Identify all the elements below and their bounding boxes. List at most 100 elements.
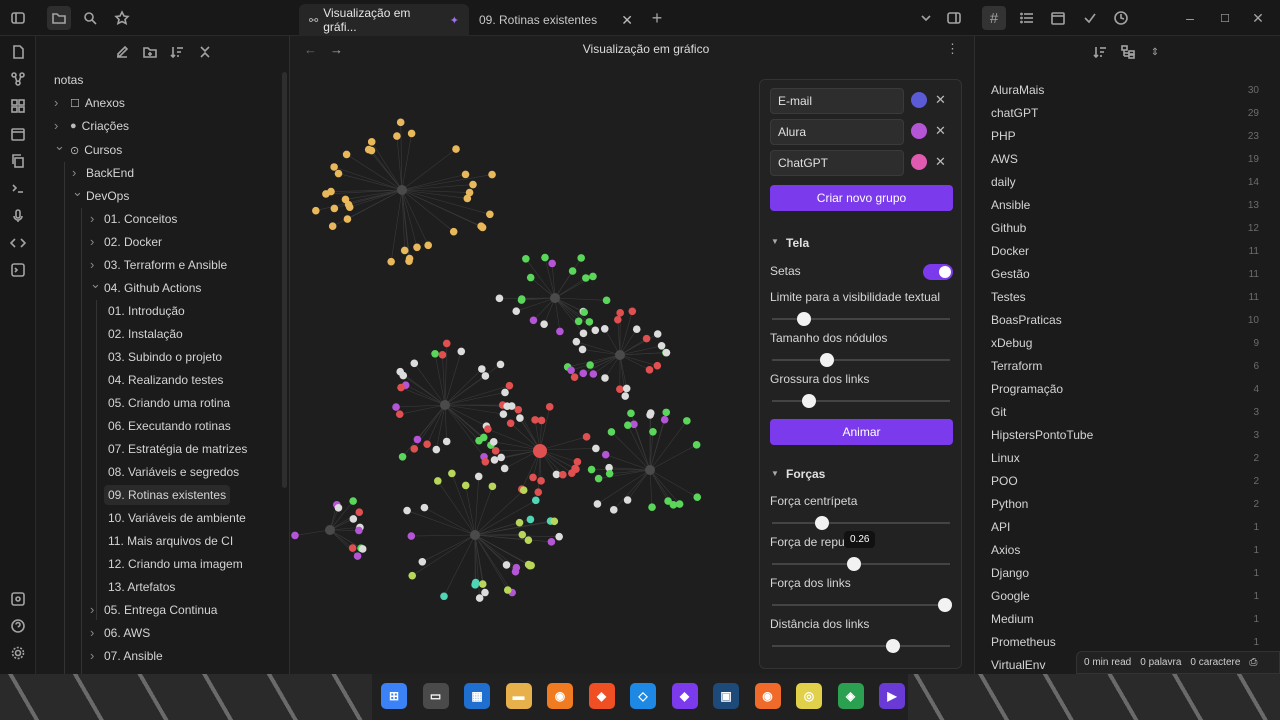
tag-row[interactable]: BoasPraticas 10 — [991, 310, 1259, 330]
tag-row[interactable]: chatGPT 29 — [991, 103, 1259, 123]
graph-node[interactable] — [664, 497, 672, 505]
graph-node[interactable] — [410, 445, 419, 453]
file-item[interactable]: 12. Criando uma imagem — [108, 554, 243, 574]
tag-row[interactable]: xDebug 9 — [991, 333, 1259, 353]
link-thickness-slider[interactable] — [772, 394, 950, 408]
help-icon[interactable] — [6, 614, 30, 638]
graph-node[interactable] — [592, 444, 600, 453]
graph-node[interactable] — [328, 222, 337, 231]
graph-node[interactable] — [529, 473, 537, 482]
graph-node[interactable] — [653, 330, 662, 338]
graph-node[interactable] — [486, 210, 494, 219]
graph-node[interactable] — [570, 373, 579, 381]
graph-node[interactable] — [367, 138, 376, 146]
tag-row[interactable]: PHP 23 — [991, 126, 1259, 146]
chevron-down-icon[interactable]: ⌄ — [54, 138, 65, 154]
graph-node[interactable] — [397, 383, 405, 392]
tag-row[interactable]: Medium 1 — [991, 609, 1259, 629]
graph-node[interactable] — [392, 403, 400, 411]
graph-node[interactable] — [440, 592, 448, 601]
graph-node[interactable] — [400, 246, 409, 255]
graph-node[interactable] — [478, 365, 486, 373]
graph-node[interactable] — [683, 417, 691, 425]
graph-node[interactable] — [418, 558, 427, 566]
graph-node[interactable] — [481, 372, 490, 380]
graph-node[interactable] — [616, 385, 624, 393]
graph-node[interactable] — [461, 481, 470, 490]
graph-node[interactable] — [478, 580, 487, 588]
graph-node[interactable] — [526, 515, 535, 524]
graph-node[interactable] — [555, 532, 563, 541]
display-section-title[interactable]: Tela — [786, 236, 809, 250]
expand-collapse-icon[interactable]: ⇕ — [1143, 40, 1167, 64]
graph-node[interactable] — [624, 421, 632, 429]
tag-row[interactable]: Python 2 — [991, 494, 1259, 514]
graph-node[interactable] — [545, 403, 554, 411]
search-icon[interactable] — [78, 6, 102, 30]
open-file-icon[interactable] — [6, 40, 30, 64]
sync-icon[interactable]: ⎙ — [1249, 657, 1257, 668]
graph-node[interactable] — [585, 318, 594, 326]
obsidian-icon[interactable]: ◆ — [671, 683, 698, 709]
graph-node[interactable] — [587, 465, 596, 474]
tag-row[interactable]: HipstersPontoTube 3 — [991, 425, 1259, 445]
graph-node[interactable] — [613, 315, 622, 324]
chevron-down-icon[interactable] — [914, 6, 938, 30]
right-sidebar-toggle-icon[interactable] — [942, 6, 966, 30]
graph-node[interactable] — [334, 169, 343, 178]
graph-node[interactable] — [534, 488, 543, 496]
graph-node[interactable] — [355, 508, 364, 517]
chevron-down-icon[interactable]: ⌄ — [90, 276, 101, 292]
graph-node[interactable] — [627, 409, 635, 418]
graph-node[interactable] — [502, 561, 511, 569]
graph-node[interactable] — [433, 477, 442, 485]
graph-node[interactable] — [334, 503, 343, 512]
graph-node[interactable] — [517, 296, 526, 304]
graph-node[interactable] — [343, 215, 352, 223]
graph-node[interactable] — [645, 366, 654, 374]
graph-node[interactable] — [531, 496, 540, 505]
graph-node[interactable] — [342, 150, 351, 159]
chevron-down-icon[interactable]: ▼ — [771, 469, 779, 478]
folder-item[interactable]: 05. Entrega Continua — [104, 600, 217, 620]
graph-node[interactable] — [632, 325, 641, 333]
folder-item[interactable]: 06. AWS — [104, 623, 150, 643]
graph-node[interactable] — [579, 369, 588, 378]
tag-row[interactable]: Testes 11 — [991, 287, 1259, 307]
graph-node[interactable] — [488, 482, 497, 491]
tags-hash-icon[interactable]: # — [982, 6, 1006, 30]
link-distance-slider[interactable] — [772, 639, 950, 653]
graph-node[interactable] — [693, 493, 702, 502]
graph-node[interactable] — [591, 326, 600, 335]
graph-node[interactable] — [586, 361, 594, 369]
graph-node[interactable] — [537, 416, 546, 425]
tag-row[interactable]: POO 2 — [991, 471, 1259, 491]
graph-node[interactable] — [413, 435, 422, 444]
calendar-icon[interactable] — [1046, 6, 1070, 30]
tag-row[interactable]: AWS 19 — [991, 149, 1259, 169]
tag-row[interactable]: Linux 2 — [991, 448, 1259, 468]
graph-node[interactable] — [405, 257, 413, 265]
graph-node[interactable] — [489, 438, 498, 446]
remove-group-chatgpt-icon[interactable]: ✕ — [935, 154, 946, 170]
graph-node[interactable] — [408, 571, 417, 580]
chevron-down-icon[interactable]: ▼ — [771, 237, 779, 246]
graph-node[interactable] — [601, 374, 609, 382]
graph-node[interactable] — [609, 506, 618, 514]
tag-row[interactable]: AluraMais 30 — [991, 80, 1259, 100]
graph-node[interactable] — [353, 552, 362, 560]
sort-icon[interactable] — [165, 40, 189, 64]
graph-node[interactable] — [424, 241, 432, 250]
file-item[interactable]: 07. Estratégia de matrizes — [108, 439, 247, 459]
graph-node[interactable] — [660, 415, 669, 424]
graph-hub-node[interactable] — [325, 525, 335, 535]
chevron-right-icon[interactable]: › — [90, 234, 94, 249]
folder-item[interactable]: 04. Github Actions — [104, 278, 201, 298]
graph-node[interactable] — [621, 392, 630, 400]
graph-node[interactable] — [601, 450, 610, 459]
graph-node[interactable] — [550, 517, 559, 526]
arrows-toggle[interactable] — [923, 264, 953, 280]
file-item[interactable]: 09. Rotinas existentes — [104, 485, 231, 505]
folder-item[interactable]: 07. Ansible — [104, 646, 163, 666]
graph-node[interactable] — [442, 437, 451, 446]
